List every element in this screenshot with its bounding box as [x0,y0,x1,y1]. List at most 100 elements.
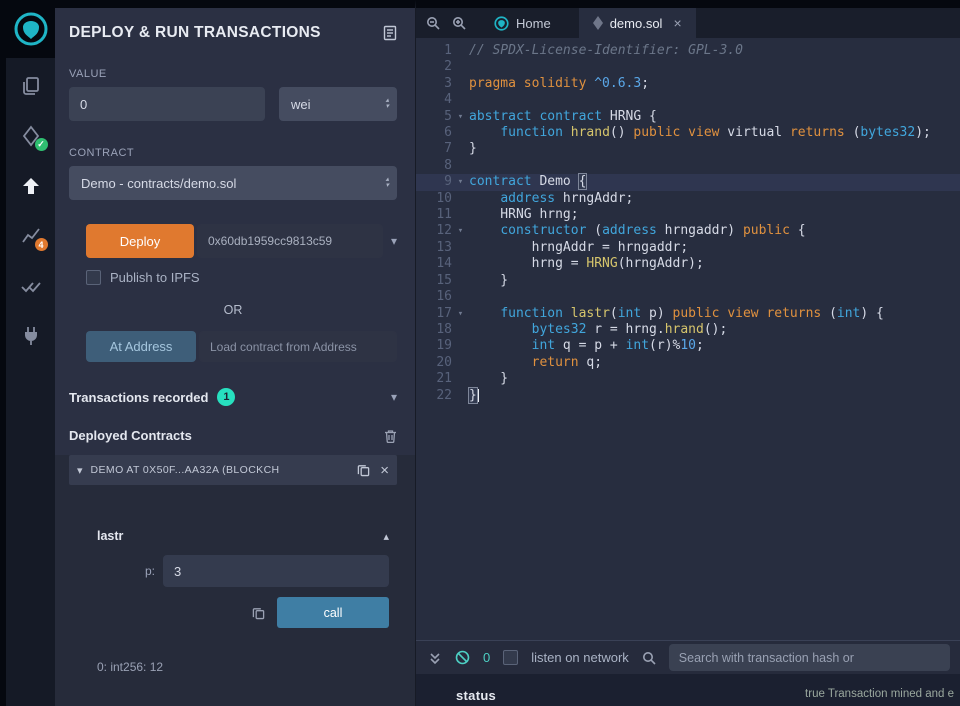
at-address-button[interactable]: At Address [86,331,196,362]
tab-demo-sol[interactable]: demo.sol × [579,8,696,38]
deploy-arg-input[interactable] [197,224,383,258]
code-text: HRNG hrng; [469,207,579,223]
line-number: 8 [416,158,452,174]
terminal-log[interactable]: status true Transaction mined and e [416,674,960,706]
fold-icon[interactable]: ▾ [452,306,469,322]
page-title: DEPLOY & RUN TRANSACTIONS [69,24,383,42]
icon-sidebar: ✓ 4 [6,0,55,706]
chevron-up-icon[interactable]: ▴ [383,530,389,543]
deployed-contracts-row: Deployed Contracts [69,428,397,443]
chevron-down-icon[interactable]: ▾ [391,234,397,248]
deploy-button[interactable]: Deploy [86,224,194,258]
param-input[interactable] [163,555,389,587]
fold-gutter [452,125,469,141]
line-number: 13 [416,240,452,256]
code-text: pragma solidity ^0.6.3; [469,76,649,92]
chevron-down-icon: ▾ [77,464,83,477]
fold-icon[interactable]: ▾ [452,109,469,125]
value-input[interactable] [69,87,265,121]
chevron-down-icon[interactable]: ▾ [391,390,397,404]
line-number: 9 [416,174,452,190]
expand-terminal-icon[interactable] [428,651,442,665]
code-line: 12▾ constructor (address hrngaddr) publi… [416,223,960,239]
at-address-input[interactable] [199,331,397,362]
fold-gutter [452,371,469,387]
close-icon[interactable]: × [673,16,681,30]
zoom-in-icon[interactable] [446,8,472,38]
unit-testing-icon[interactable] [19,274,43,298]
zoom-out-icon[interactable] [416,8,446,38]
fold-icon[interactable]: ▾ [452,174,469,190]
call-button[interactable]: call [277,597,389,628]
remix-icon [494,16,509,31]
code-line: 19 int q = p + int(r)%10; [416,338,960,354]
fold-gutter [452,388,469,404]
publish-ipfs-checkbox[interactable] [86,270,101,285]
code-editor[interactable]: 1// SPDX-License-Identifier: GPL-3.023pr… [416,38,960,640]
code-text: address hrngAddr; [469,191,633,207]
listen-network-checkbox[interactable] [503,650,518,665]
contract-label: CONTRACT [69,147,397,159]
fold-icon[interactable]: ▾ [452,223,469,239]
fold-gutter [452,273,469,289]
analytics-icon[interactable]: 4 [19,224,43,248]
docs-icon[interactable] [383,25,397,41]
transactions-recorded-row: Transactions recorded 1 ▾ [69,388,397,406]
unit-select[interactable]: wei ▴▾ [279,87,397,121]
fold-gutter [452,76,469,92]
tab-home[interactable]: Home [480,8,565,38]
deploy-run-panel: DEPLOY & RUN TRANSACTIONS VALUE wei ▴▾ C… [55,0,415,706]
close-icon[interactable]: × [380,463,389,478]
param-label: p: [97,564,163,578]
code-line: 8 [416,158,960,174]
code-text: return q; [469,355,602,371]
plugin-manager-icon[interactable] [19,324,43,348]
fold-gutter [452,355,469,371]
transactions-recorded-label: Transactions recorded [69,390,208,405]
code-text: int q = p + int(r)%10; [469,338,704,354]
line-number: 19 [416,338,452,354]
function-name: lastr [97,529,123,543]
line-number: 20 [416,355,452,371]
line-number: 7 [416,141,452,157]
transactions-count-badge: 1 [217,388,235,406]
line-number: 14 [416,256,452,272]
code-line: 17▾ function lastr(int p) public view re… [416,306,960,322]
fold-gutter [452,338,469,354]
code-text: contract Demo { [469,174,586,190]
clear-console-icon[interactable] [455,650,470,665]
deploy-run-icon[interactable] [19,174,43,198]
code-line: 18 bytes32 r = hrng.hrand(); [416,322,960,338]
copy-icon[interactable] [252,606,265,620]
contract-select[interactable]: Demo - contracts/demo.sol ▴▾ [69,166,397,200]
code-text: bytes32 r = hrng.hrand(); [469,322,727,338]
deployed-contract-header[interactable]: ▾ DEMO AT 0X50F...AA32A (BLOCKCH × [69,455,397,485]
compiler-success-badge: ✓ [35,138,48,151]
code-line: 11 HRNG hrng; [416,207,960,223]
code-line: 20 return q; [416,355,960,371]
tx-status-value: true Transaction mined and e [805,688,954,700]
line-number: 12 [416,223,452,239]
trash-icon[interactable] [384,429,397,443]
line-number: 22 [416,388,452,404]
code-line: 9▾contract Demo { [416,174,960,190]
terminal-search-input[interactable] [669,644,950,671]
copy-icon[interactable] [357,463,370,477]
text-cursor [477,389,479,402]
line-number: 5 [416,109,452,125]
remix-logo[interactable] [6,0,55,58]
deployed-contracts-label: Deployed Contracts [69,428,192,443]
fold-gutter [452,256,469,272]
code-line: 16 [416,289,960,305]
code-line: 3pragma solidity ^0.6.3; [416,76,960,92]
solidity-compiler-icon[interactable]: ✓ [19,124,43,148]
code-line: 7} [416,141,960,157]
code-line: 14 hrng = HRNG(hrngAddr); [416,256,960,272]
call-output: 0: int256: 12 [97,660,389,674]
file-explorer-icon[interactable] [19,74,43,98]
line-number: 2 [416,59,452,75]
code-text: constructor (address hrngaddr) public { [469,223,806,239]
fold-gutter [452,59,469,75]
code-text: // SPDX-License-Identifier: GPL-3.0 [469,43,743,59]
code-line: 21 } [416,371,960,387]
